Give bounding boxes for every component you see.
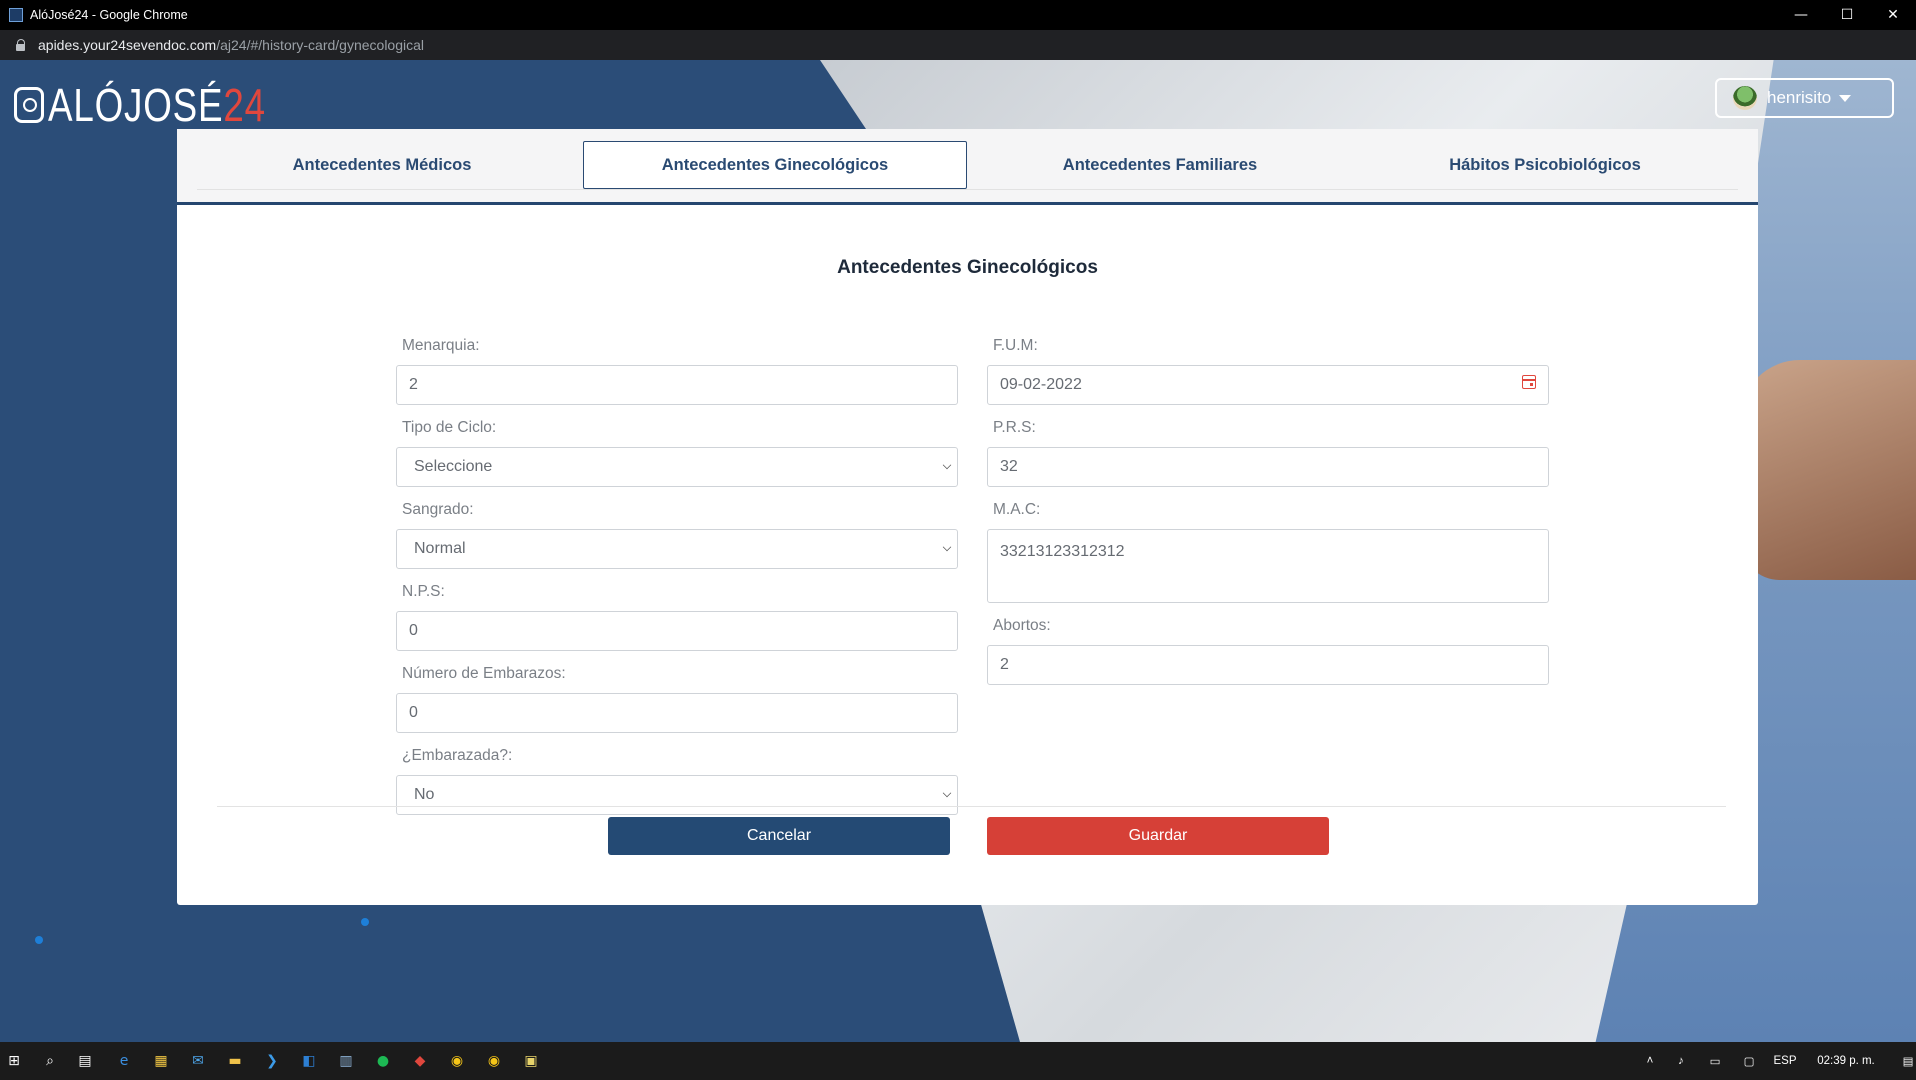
mac-value: 33213123312312: [1000, 543, 1125, 560]
spotify-icon[interactable]: ●: [373, 1051, 393, 1071]
edge-icon[interactable]: e: [114, 1051, 134, 1071]
nps-input[interactable]: 0: [396, 611, 958, 651]
embarazada-value: No: [414, 786, 435, 803]
chrome-icon[interactable]: ◉: [447, 1051, 467, 1071]
sangrado-select[interactable]: Normal: [396, 529, 958, 569]
tipo-ciclo-label: Tipo de Ciclo:: [402, 419, 497, 436]
windows-start-icon[interactable]: ⊞: [4, 1051, 24, 1071]
embarazada-select[interactable]: No: [396, 775, 958, 815]
menarquia-input[interactable]: 2: [396, 365, 958, 405]
abortos-value: 2: [1000, 656, 1009, 673]
chrome-alt-icon[interactable]: ◉: [484, 1051, 504, 1071]
volume-icon[interactable]: ♪: [1664, 1055, 1698, 1067]
fum-label: F.U.M:: [993, 337, 1038, 354]
num-embarazos-label: Número de Embarazos:: [402, 665, 566, 682]
tab-habitos-psicobiologicos[interactable]: Hábitos Psicobiológicos: [1353, 141, 1737, 189]
minimize-button[interactable]: —: [1778, 0, 1824, 30]
form-footer-divider: [217, 806, 1726, 807]
nps-value: 0: [409, 622, 418, 639]
prs-input[interactable]: 32: [987, 447, 1549, 487]
logo-text: ALÓJOSÉ24: [48, 78, 266, 132]
url-text[interactable]: apides.your24sevendoc.com/aj24/#/history…: [38, 37, 424, 53]
app-logo[interactable]: ALÓJOSÉ24: [14, 78, 320, 132]
user-menu-button[interactable]: henrisito: [1715, 78, 1894, 118]
stethoscope-phone-icon: [14, 87, 44, 123]
notifications-icon[interactable]: ▤: [1888, 1054, 1916, 1068]
embarazada-label: ¿Embarazada?:: [402, 747, 513, 764]
tab-bar: Antecedentes Médicos Antecedentes Gineco…: [177, 129, 1758, 205]
cancel-button[interactable]: Cancelar: [608, 817, 950, 855]
tab-antecedentes-ginecologicos[interactable]: Antecedentes Ginecológicos: [583, 141, 967, 189]
tipo-ciclo-value: Seleccione: [414, 458, 493, 475]
tab-antecedentes-medicos[interactable]: Antecedentes Médicos: [190, 141, 574, 189]
chevron-up-icon[interactable]: ˄: [1636, 1055, 1664, 1067]
num-embarazos-value: 0: [409, 704, 418, 721]
decor-dot: [361, 918, 369, 926]
form-title: Antecedentes Ginecológicos: [837, 257, 1098, 278]
notepad-icon[interactable]: ▥: [336, 1051, 356, 1071]
lock-icon[interactable]: [16, 39, 26, 51]
system-tray: ˄ ♪ ▭ ▢ ESP 02:39 p. m. ▤: [1636, 1042, 1916, 1080]
tab-antecedentes-familiares[interactable]: Antecedentes Familiares: [968, 141, 1352, 189]
decor-dot: [35, 936, 43, 944]
num-embarazos-input[interactable]: 0: [396, 693, 958, 733]
caret-down-icon: [1839, 94, 1852, 102]
tipo-ciclo-select[interactable]: Seleccione: [396, 447, 958, 487]
sangrado-value: Normal: [414, 540, 466, 557]
chevron-down-icon: [942, 542, 952, 552]
store-icon[interactable]: ▦: [151, 1051, 171, 1071]
outlook-icon[interactable]: ◧: [299, 1051, 319, 1071]
site-favicon-icon: [9, 8, 23, 22]
mac-textarea[interactable]: 33213123312312: [987, 529, 1549, 603]
history-card: Antecedentes Médicos Antecedentes Gineco…: [177, 129, 1758, 905]
url-path: /aj24/#/history-card/gynecological: [216, 37, 425, 53]
windows-taskbar: ⊞ ⌕ ▤ e ▦ ✉ ▬ ❯ ◧ ▥ ● ◆ ◉ ◉ ▣ ˄ ♪ ▭ ▢ ES…: [0, 1042, 1916, 1080]
mac-label: M.A.C:: [993, 501, 1041, 518]
menarquia-value: 2: [409, 376, 418, 393]
browser-title-bar: AlóJosé24 - Google Chrome — ☐ ✕: [0, 0, 1916, 30]
tab-divider: [197, 189, 1738, 190]
mail-icon[interactable]: ✉: [188, 1051, 208, 1071]
save-button[interactable]: Guardar: [987, 817, 1329, 855]
search-icon[interactable]: ⌕: [40, 1051, 60, 1071]
chevron-down-icon: [942, 788, 952, 798]
language-indicator[interactable]: ESP: [1766, 1055, 1804, 1067]
address-bar[interactable]: apides.your24sevendoc.com/aj24/#/history…: [0, 30, 1916, 60]
page-viewport: ALÓJOSÉ24 henrisito Antecedentes Médicos…: [0, 60, 1916, 1042]
prs-value: 32: [1000, 458, 1018, 475]
background-arm: [1740, 360, 1916, 580]
chevron-down-icon: [942, 460, 952, 470]
abortos-input[interactable]: 2: [987, 645, 1549, 685]
logo-main: ALÓJOSÉ: [48, 79, 224, 131]
window-title: AlóJosé24 - Google Chrome: [30, 8, 188, 22]
logo-accent: 24: [223, 79, 266, 131]
sticky-notes-icon[interactable]: ▣: [521, 1051, 541, 1071]
battery-icon[interactable]: ▭: [1698, 1054, 1732, 1068]
fum-value: 09-02-2022: [1000, 376, 1082, 393]
url-host: apides.your24sevendoc.com: [38, 37, 217, 53]
file-explorer-icon[interactable]: ▬: [225, 1051, 245, 1071]
calendar-icon[interactable]: [1522, 375, 1536, 389]
clock[interactable]: 02:39 p. m.: [1804, 1055, 1888, 1067]
task-view-icon[interactable]: ▤: [75, 1051, 95, 1071]
nps-label: N.P.S:: [402, 583, 445, 600]
vscode-icon[interactable]: ❯: [262, 1051, 282, 1071]
close-button[interactable]: ✕: [1870, 0, 1916, 30]
window-controls: — ☐ ✕: [1778, 0, 1916, 30]
maximize-button[interactable]: ☐: [1824, 0, 1870, 30]
user-name: henrisito: [1767, 88, 1832, 107]
prs-label: P.R.S:: [993, 419, 1036, 436]
menarquia-label: Menarquia:: [402, 337, 480, 354]
abortos-label: Abortos:: [993, 617, 1051, 634]
avatar: [1733, 86, 1757, 110]
fum-date-input[interactable]: 09-02-2022: [987, 365, 1549, 405]
sangrado-label: Sangrado:: [402, 501, 474, 518]
network-icon[interactable]: ▢: [1732, 1054, 1766, 1068]
anydesk-icon[interactable]: ◆: [410, 1051, 430, 1071]
